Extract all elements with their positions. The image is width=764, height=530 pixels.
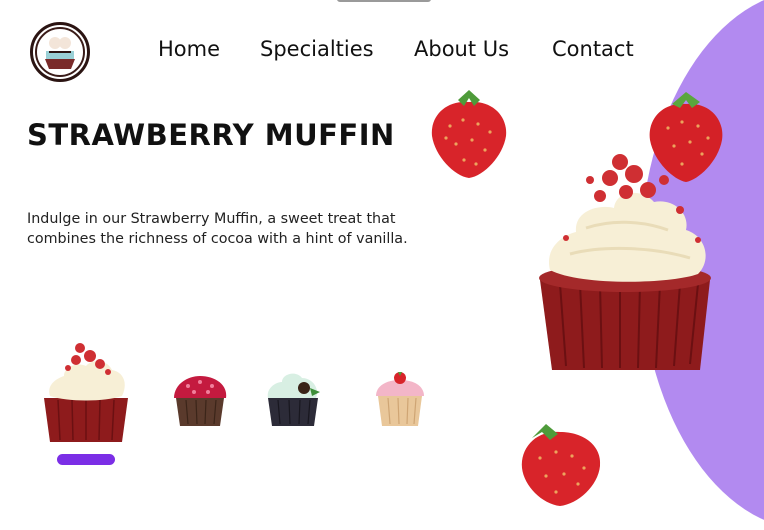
carousel-active-indicator bbox=[57, 454, 115, 465]
cupcake-hero-image bbox=[539, 154, 711, 370]
cupcake-thumbnail-raspberry[interactable] bbox=[170, 372, 230, 428]
top-handle bbox=[337, 0, 431, 2]
hero-description: Indulge in our Strawberry Muffin, a swee… bbox=[27, 211, 408, 247]
nav-item-about-us[interactable]: About Us bbox=[414, 37, 509, 61]
bakery-logo-icon[interactable] bbox=[30, 22, 90, 82]
strawberry-icon bbox=[431, 90, 507, 178]
nav-item-specialties[interactable]: Specialties bbox=[260, 37, 374, 61]
nav-item-contact[interactable]: Contact bbox=[552, 37, 634, 61]
nav-item-home[interactable]: Home bbox=[158, 37, 220, 61]
cupcake-thumbnail-mint-chocolate[interactable] bbox=[262, 366, 324, 428]
strawberry-icon bbox=[521, 424, 601, 506]
cupcake-thumbnail-red-velvet[interactable] bbox=[40, 340, 132, 444]
cupcake-thumbnail-vanilla-strawberry[interactable] bbox=[372, 370, 428, 428]
page-title: STRAWBERRY MUFFIN bbox=[27, 118, 395, 152]
